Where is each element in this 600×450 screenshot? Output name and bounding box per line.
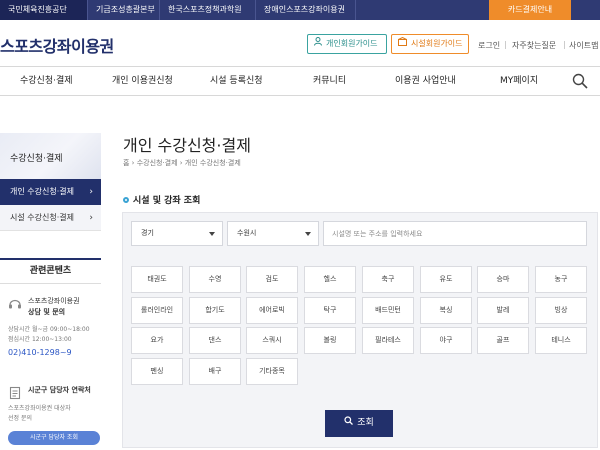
nav-item-personal-voucher[interactable]: 개인 이용권신청: [112, 67, 173, 95]
sport-chip[interactable]: 요가: [131, 327, 183, 354]
facility-search-input[interactable]: [323, 221, 587, 246]
top-link-org[interactable]: 국민체육진흥공단: [0, 0, 88, 20]
province-select[interactable]: 경기: [131, 221, 223, 246]
headset-icon: [8, 296, 22, 310]
chevron-down-icon: [305, 232, 311, 236]
breadcrumb: 홈 › 수강신청·결제 › 개인 수강신청·결제: [123, 159, 241, 167]
sport-chip[interactable]: 야구: [420, 327, 472, 354]
top-link-disabled[interactable]: 장애인스포츠강좌이용권: [256, 0, 356, 20]
sport-chip[interactable]: 펜싱: [131, 358, 183, 385]
sport-chip[interactable]: 스쿼시: [246, 327, 298, 354]
sport-chip[interactable]: 볼링: [304, 327, 356, 354]
top-link-fund[interactable]: 기금조성총괄본부: [88, 0, 160, 20]
chevron-right-icon: ›: [89, 187, 93, 197]
section-title-label: 시설 및 강좌 조회: [133, 196, 201, 206]
district-contact-button[interactable]: 시군구 담당자 조회: [8, 431, 100, 445]
personal-guide-label: 개인회원가이드: [326, 39, 378, 48]
sport-chip[interactable]: 배드민턴: [362, 297, 414, 324]
login-link[interactable]: 로그인: [478, 40, 500, 51]
district-desc-line1: 스포츠강좌이용권 대상자: [8, 405, 71, 412]
district-contact-title: 시군구 담당자 연락처: [28, 386, 91, 394]
card-payment-link[interactable]: 카드결제안내: [489, 0, 571, 20]
top-link-institute[interactable]: 한국스포츠정책과학원: [160, 0, 256, 20]
sport-chip[interactable]: 롤러인라인: [131, 297, 183, 324]
sport-chip[interactable]: 축구: [362, 266, 414, 293]
city-value: 수원시: [237, 229, 257, 237]
sidebar-item-label: 개인 수강신청·결제: [10, 187, 74, 196]
site-logo[interactable]: 스포츠강좌이용권: [0, 33, 114, 57]
person-icon: [314, 35, 322, 53]
chevron-down-icon: [209, 232, 215, 236]
facility-guide-label: 시설회원가이드: [411, 39, 463, 48]
nav-item-program-info[interactable]: 이용권 사업안내: [395, 67, 456, 95]
personal-guide-button[interactable]: 개인회원가이드: [307, 34, 387, 54]
nav-item-mypage[interactable]: MY페이지: [500, 67, 538, 95]
sport-chip[interactable]: 검도: [246, 266, 298, 293]
sport-chip[interactable]: 골프: [477, 327, 529, 354]
nav-item-facility-registration[interactable]: 시설 등록신청: [210, 67, 263, 95]
sidebar-header: 수강신청·결제: [0, 133, 101, 179]
sport-chip[interactable]: 필라테스: [362, 327, 414, 354]
sport-chip[interactable]: 테니스: [535, 327, 587, 354]
consult-title-line2: 상담 및 문의: [28, 308, 66, 316]
facility-guide-button[interactable]: 시설회원가이드: [391, 34, 469, 54]
sport-chip[interactable]: 에어로빅: [246, 297, 298, 324]
search-icon: [344, 410, 354, 437]
city-select[interactable]: 수원시: [227, 221, 319, 246]
sidebar-item-label: 시설 수강신청·결제: [10, 213, 74, 222]
bullet-icon: [123, 197, 129, 203]
consult-hours: 상담시간 월~금 09:00~18:00: [8, 326, 90, 333]
section-title: 시설 및 강좌 조회: [123, 193, 200, 206]
sport-chip[interactable]: 유도: [420, 266, 472, 293]
nav-item-community[interactable]: 커뮤니티: [313, 67, 346, 95]
sport-chip[interactable]: 복싱: [420, 297, 472, 324]
sport-chip[interactable]: 배구: [189, 358, 241, 385]
nav-item-enrollment[interactable]: 수강신청·결제: [20, 67, 73, 95]
consult-title-line1: 스포츠강좌이용권: [28, 297, 80, 305]
sport-chip[interactable]: 기타종목: [246, 358, 298, 385]
sport-chip[interactable]: 빙상: [535, 297, 587, 324]
document-icon: [8, 385, 22, 400]
chevron-right-icon: ›: [89, 213, 93, 223]
sport-chip[interactable]: 합기도: [189, 297, 241, 324]
district-desc-line2: 선정 문의: [8, 415, 32, 422]
search-icon[interactable]: [572, 73, 588, 89]
related-content-title: 관련콘텐츠: [0, 258, 101, 284]
sport-chip[interactable]: 발레: [477, 297, 529, 324]
sport-chip[interactable]: 태권도: [131, 266, 183, 293]
sidebar-item-personal-enrollment[interactable]: 개인 수강신청·결제 ›: [0, 179, 101, 205]
faq-link[interactable]: 자주찾는질문: [512, 40, 556, 51]
util-divider: [505, 41, 506, 49]
sport-chip[interactable]: 승마: [477, 266, 529, 293]
util-divider: [564, 41, 565, 49]
sport-chip[interactable]: 탁구: [304, 297, 356, 324]
province-value: 경기: [141, 229, 154, 237]
sidebar-item-facility-enrollment[interactable]: 시설 수강신청·결제 ›: [0, 205, 101, 231]
consult-phone: 02)410-1298~9: [8, 348, 72, 357]
lunch-hours: 점심시간 12:00~13:00: [8, 336, 72, 343]
sport-chip[interactable]: 수영: [189, 266, 241, 293]
sidebar-title: 수강신청·결제: [10, 154, 63, 164]
sitemap-link[interactable]: 사이트맵: [569, 40, 598, 51]
sport-chip[interactable]: 농구: [535, 266, 587, 293]
search-button-label: 조회: [357, 418, 374, 428]
page-title: 개인 수강신청·결제: [123, 136, 251, 155]
top-bar: 국민체육진흥공단 기금조성총괄본부 한국스포츠정책과학원 장애인스포츠강좌이용권…: [0, 0, 600, 20]
search-button[interactable]: 조회: [325, 410, 393, 437]
building-icon: [398, 35, 407, 53]
sport-chip[interactable]: 댄스: [189, 327, 241, 354]
sport-chip[interactable]: 헬스: [304, 266, 356, 293]
main-nav: 수강신청·결제 개인 이용권신청 시설 등록신청 커뮤니티 이용권 사업안내 M…: [0, 66, 600, 96]
